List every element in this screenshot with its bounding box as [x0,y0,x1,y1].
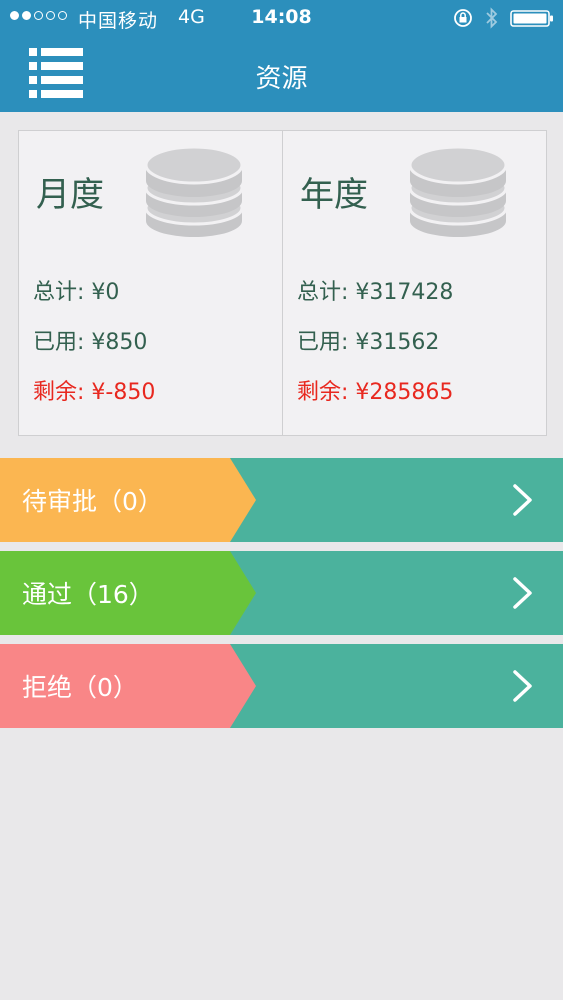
rejected-row[interactable]: 拒绝（0） [0,644,563,728]
yearly-used-label: 已用: [297,330,349,355]
chevron-right-icon [513,670,532,702]
yearly-remaining-value: ¥285865 [355,380,454,405]
monthly-remaining: 剩余: ¥-850 [33,374,155,406]
yearly-card: 年度 总计: ¥317428 已用: ¥31562 剩余: ¥285865 [282,131,546,435]
bluetooth-icon [486,7,498,29]
page-title: 资源 [255,64,308,94]
monthly-total-value: ¥0 [91,280,120,305]
monthly-used-value: ¥850 [91,330,148,355]
yearly-title: 年度 [300,175,368,215]
approved-label: 通过（16） [22,580,154,609]
yearly-used: 已用: ¥31562 [297,324,439,356]
chevron-right-icon [513,484,532,516]
nav-bar: 资源 [0,36,563,112]
monthly-total: 总计: ¥0 [33,274,119,306]
monthly-total-label: 总计: [33,280,85,305]
monthly-title: 月度 [36,175,104,215]
yearly-remaining: 剩余: ¥285865 [297,374,453,406]
yearly-total: 总计: ¥317428 [297,274,453,306]
pending-label: 待审批（0） [22,487,163,516]
yearly-total-label: 总计: [297,280,349,305]
pending-approval-row[interactable]: 待审批（0） [0,458,563,542]
battery-icon [510,10,553,27]
yearly-used-value: ¥31562 [355,330,440,355]
rejected-label: 拒绝（0） [22,673,138,702]
monthly-used-label: 已用: [33,330,85,355]
status-time: 14:08 [251,6,312,28]
yearly-remaining-label: 剩余: [297,380,349,405]
monthly-used: 已用: ¥850 [33,324,147,356]
chevron-right-icon [513,577,532,609]
yearly-total-value: ¥317428 [355,280,454,305]
monthly-card: 月度 总计: ¥0 已用: ¥850 剩余: ¥-850 [19,131,282,435]
rotation-lock-icon [454,9,472,27]
coin-stack-icon [144,145,244,237]
budget-summary: 月度 总计: ¥0 已用: ¥850 剩余: ¥-850 年度 总计: ¥317… [18,130,547,436]
status-bar: 中国移动 4G 14:08 [0,0,563,36]
approved-row[interactable]: 通过（16） [0,551,563,635]
monthly-remaining-value: ¥-850 [91,380,156,405]
monthly-remaining-label: 剩余: [33,380,85,405]
coin-stack-icon [408,145,508,237]
